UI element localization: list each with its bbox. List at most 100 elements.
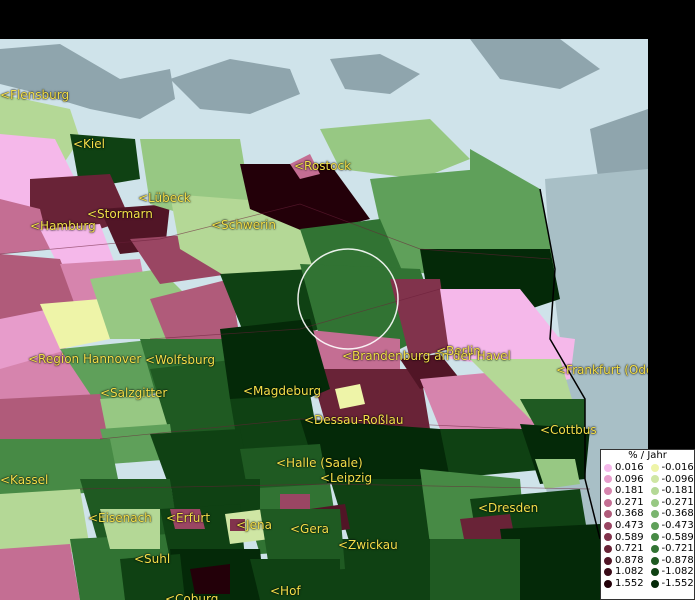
legend-value: -0.368 (661, 508, 694, 520)
legend-value: -0.721 (661, 543, 694, 555)
legend-positive-entry: 0.096 (601, 474, 648, 486)
legend-value: 0.589 (615, 531, 644, 543)
legend-negative-entry: -1.552 (648, 578, 695, 590)
legend-negative-entry: -0.473 (648, 520, 695, 532)
legend-value: 0.473 (615, 519, 644, 531)
legend-value: 0.878 (615, 554, 644, 566)
legend-positive-entry: 0.368 (601, 508, 648, 520)
label-leipzig: <Leipzig (320, 471, 373, 485)
legend-negative-entry: -1.082 (648, 566, 695, 578)
legend-value: 0.271 (615, 496, 644, 508)
region-sonneberg (190, 564, 230, 594)
legend-swatch (650, 463, 659, 472)
legend-swatch (604, 544, 612, 553)
legend-swatch (650, 510, 659, 519)
label-rostock: <Rostock (294, 159, 352, 173)
choropleth-map[interactable]: <Flensburg <Kiel <Lübeck <Stormarn <Hamb… (0, 39, 648, 600)
legend-swatch (650, 568, 659, 577)
legend-rows: 0.016 -0.016 0.096 -0.096 0.181 -0.181 0.271 -0… (601, 462, 694, 590)
label-luebeck: <Lübeck (138, 191, 191, 205)
legend-swatch (604, 486, 612, 495)
legend-value: -0.589 (661, 531, 694, 543)
legend-positive-entry: 0.589 (601, 532, 648, 544)
legend-swatch (604, 556, 612, 565)
legend-value: -0.016 (661, 462, 694, 473)
label-flensburg: <Flensburg (0, 88, 70, 102)
legend-positive-entry: 1.082 (601, 566, 648, 578)
legend-value: -0.181 (661, 485, 694, 497)
legend-positive-entry: 0.016 (601, 462, 648, 474)
legend-value: 0.181 (615, 485, 644, 497)
map-legend: % / Jahr 0.016 -0.016 0.096 -0.096 0.181 -0.1… (600, 449, 695, 600)
legend-swatch (650, 544, 659, 553)
label-hamburg: <Hamburg (30, 219, 96, 233)
label-brandenburg: <Brandenburg an der Havel (342, 349, 511, 363)
legend-row: 0.181 -0.181 (601, 485, 694, 497)
label-cottbus: <Cottbus (540, 423, 597, 437)
legend-negative-entry: -0.721 (648, 543, 695, 555)
legend-swatch (650, 533, 659, 542)
legend-swatch (650, 521, 659, 530)
legend-row: 0.473 -0.473 (601, 520, 694, 532)
legend-row: 0.878 -0.878 (601, 555, 694, 567)
legend-value: -0.878 (661, 554, 694, 566)
label-jena: <Jena (236, 518, 272, 532)
label-suhl: <Suhl (134, 552, 171, 566)
legend-value: -1.082 (661, 566, 694, 578)
label-kassel: <Kassel (0, 473, 49, 487)
legend-swatch (650, 475, 659, 484)
legend-row: 1.082 -1.082 (601, 566, 694, 578)
legend-row: 0.096 -0.096 (601, 474, 694, 486)
legend-negative-entry: -0.271 (648, 497, 695, 509)
region-erzgebirge (430, 539, 520, 600)
legend-value: 0.368 (615, 508, 644, 520)
legend-negative-entry: -0.181 (648, 485, 695, 497)
label-eisenach: <Eisenach (88, 511, 152, 525)
legend-value: 1.082 (615, 566, 644, 578)
legend-title: % / Jahr (628, 450, 667, 461)
legend-row: 0.368 -0.368 (601, 508, 694, 520)
label-gera: <Gera (290, 522, 330, 536)
legend-swatch (604, 579, 612, 588)
legend-swatch (604, 533, 612, 542)
label-magdeburg: <Magdeburg (243, 384, 321, 398)
label-kiel: <Kiel (73, 137, 105, 151)
legend-swatch (604, 568, 612, 577)
label-zwickau: <Zwickau (338, 538, 398, 552)
label-hof: <Hof (270, 584, 301, 598)
label-schwerin: <Schwerin (211, 218, 276, 232)
legend-value: 0.721 (615, 543, 644, 555)
region-halle (280, 494, 310, 509)
label-dresden: <Dresden (478, 501, 539, 515)
legend-positive-entry: 0.181 (601, 485, 648, 497)
label-wolfsburg: <Wolfsburg (145, 353, 215, 367)
label-frankfurt-oder: <Frankfurt (Ode (556, 363, 648, 377)
label-erfurt: <Erfurt (166, 511, 211, 525)
legend-swatch (604, 475, 612, 484)
legend-swatch (604, 463, 612, 472)
label-coburg: <Coburg (165, 592, 219, 600)
legend-value: -0.271 (661, 496, 694, 508)
legend-negative-entry: -0.368 (648, 508, 695, 520)
legend-positive-entry: 0.271 (601, 497, 648, 509)
legend-value: -1.552 (661, 577, 694, 589)
legend-row: 0.271 -0.271 (601, 497, 694, 509)
legend-swatch (650, 579, 659, 588)
legend-swatch (650, 486, 659, 495)
legend-negative-entry: -0.878 (648, 555, 695, 567)
legend-row: 0.016 -0.016 (601, 462, 694, 474)
legend-positive-entry: 0.721 (601, 543, 648, 555)
label-region-hannover: <Region Hannover (28, 352, 142, 366)
legend-positive-entry: 0.878 (601, 555, 648, 567)
legend-swatch (604, 510, 612, 519)
label-dessau-rosslau: <Dessau-Roßlau (304, 413, 404, 427)
legend-value: -0.473 (661, 519, 694, 531)
legend-negative-entry: -0.589 (648, 532, 695, 544)
label-salzgitter: <Salzgitter (100, 386, 168, 400)
legend-row: 1.552 -1.552 (601, 578, 694, 590)
legend-swatch (650, 498, 659, 507)
label-halle: <Halle (Saale) (276, 456, 363, 470)
legend-negative-entry: -0.016 (648, 462, 695, 474)
legend-swatch (604, 521, 612, 530)
region-werra (0, 544, 80, 600)
